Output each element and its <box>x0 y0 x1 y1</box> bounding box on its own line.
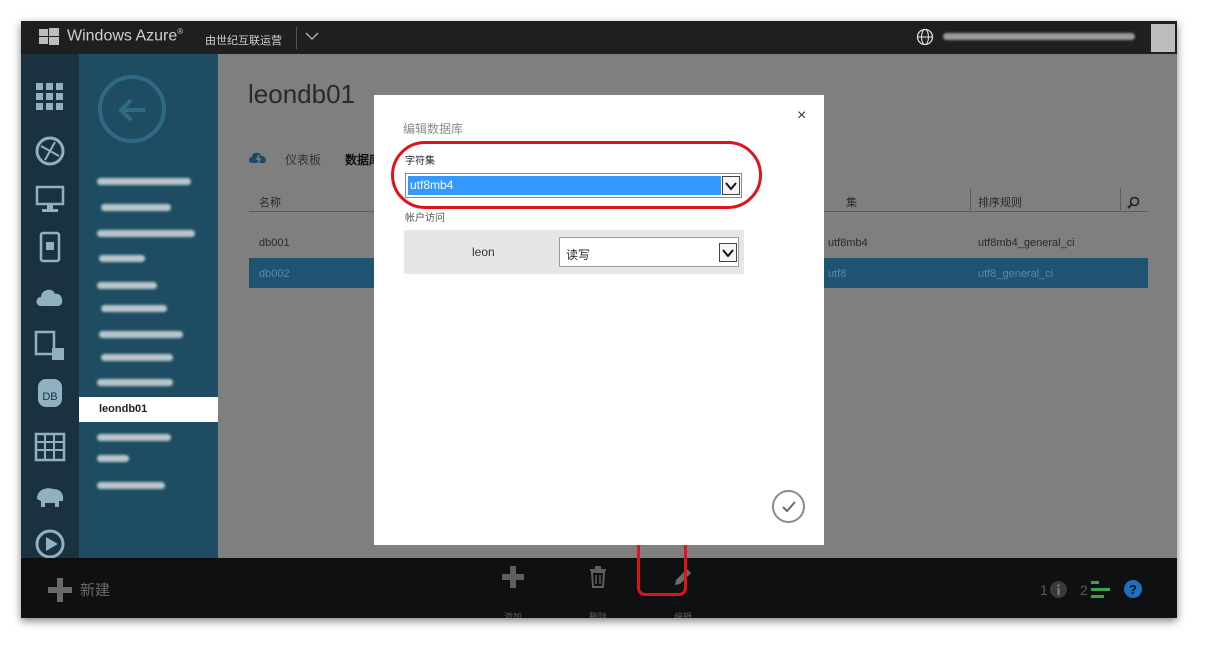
service-rail: DB <box>21 54 79 561</box>
avatar[interactable] <box>1151 24 1175 52</box>
access-user: leon <box>472 245 495 259</box>
nav-item[interactable] <box>97 482 165 489</box>
table-cell-name[interactable]: db001 <box>259 237 290 249</box>
add-icon <box>502 566 524 588</box>
svg-text:DB: DB <box>42 391 57 403</box>
account-name[interactable] <box>943 33 1135 40</box>
nav-item[interactable] <box>97 230 195 237</box>
tab-dashboard[interactable]: 仪表板 <box>285 151 321 168</box>
column-header-name[interactable]: 名称 <box>259 194 281 210</box>
chevron-down-icon <box>722 249 734 258</box>
page-title: leondb01 <box>248 79 355 109</box>
new-button[interactable]: 新建 <box>80 579 110 600</box>
divider <box>296 27 297 49</box>
charset-highlight-annotation <box>391 141 762 209</box>
table-cell-charset: utf8 <box>828 268 847 280</box>
mysql-database-icon[interactable]: DB <box>33 376 67 410</box>
nav-item[interactable] <box>101 305 167 312</box>
close-icon[interactable]: × <box>797 107 806 125</box>
confirm-button[interactable] <box>772 490 805 523</box>
column-header-collation[interactable]: 排序规则 <box>978 194 1022 210</box>
chevron-down-icon[interactable] <box>302 26 322 46</box>
status-count-progress: 2 <box>1080 582 1088 598</box>
add-label: 添加 <box>503 612 522 618</box>
dropdown-button[interactable] <box>719 243 737 262</box>
back-arrow-icon <box>118 98 145 122</box>
nav-item[interactable] <box>99 255 145 262</box>
column-header-charset[interactable]: 集 <box>846 194 857 210</box>
checkmark-icon <box>782 501 796 513</box>
progress-bars-icon[interactable] <box>1091 581 1110 598</box>
table-cell-collation: utf8mb4_general_ci <box>978 237 1075 249</box>
status-count-info: 1 <box>1040 582 1048 598</box>
delete-label: 删除 <box>588 612 607 618</box>
nav-item[interactable] <box>101 354 173 361</box>
add-button[interactable]: 添加 <box>498 566 528 618</box>
nav-item-active[interactable]: leondb01 <box>79 397 218 422</box>
command-bar: 新建 添加 删除 编辑 1 2 ? <box>21 558 1177 618</box>
table-cell-name[interactable]: db002 <box>259 268 290 280</box>
cloud-services-icon[interactable] <box>33 280 67 314</box>
nav-item[interactable] <box>97 455 129 462</box>
brand-title[interactable]: Windows Azure® <box>67 27 183 45</box>
hdinsight-icon[interactable] <box>33 479 67 513</box>
delete-button[interactable]: 删除 <box>583 566 613 618</box>
trash-icon <box>590 566 606 588</box>
globe-icon[interactable] <box>916 28 934 46</box>
dialog-title: 编辑数据库 <box>403 122 464 136</box>
nav-item[interactable] <box>97 379 173 386</box>
all-items-icon[interactable] <box>33 80 67 114</box>
plus-icon[interactable] <box>48 578 72 602</box>
nav-item-label: leondb01 <box>99 403 148 415</box>
nav-item[interactable] <box>97 434 171 441</box>
info-icon[interactable] <box>1050 581 1067 598</box>
search-icon[interactable] <box>1127 196 1140 209</box>
virtual-machines-icon[interactable] <box>33 182 67 216</box>
edit-highlight-annotation <box>637 539 687 596</box>
edit-label: 编辑 <box>673 612 692 618</box>
svg-text:?: ? <box>1129 582 1137 597</box>
column-divider <box>1120 188 1121 210</box>
resource-nav: leondb01 <box>79 54 218 558</box>
nav-item[interactable] <box>99 331 183 338</box>
cloud-lightning-icon <box>249 152 266 164</box>
nav-item[interactable] <box>97 282 157 289</box>
web-sites-icon[interactable] <box>33 134 67 168</box>
access-row: leon 读写 <box>404 230 744 274</box>
batch-icon[interactable] <box>33 329 67 363</box>
access-label: 帐户访问 <box>405 213 445 224</box>
column-divider <box>970 188 971 210</box>
help-icon[interactable]: ? <box>1124 580 1142 598</box>
top-bar: Windows Azure® 由世纪互联运营 <box>21 21 1177 54</box>
nav-item[interactable] <box>101 204 171 211</box>
operator-label: 由世纪互联运营 <box>205 35 282 47</box>
windows-logo-icon <box>39 28 59 45</box>
storage-icon[interactable] <box>33 430 67 464</box>
mobile-services-icon[interactable] <box>33 230 67 264</box>
nav-item[interactable] <box>97 178 191 185</box>
table-cell-charset: utf8mb4 <box>828 237 868 249</box>
permission-select[interactable]: 读写 <box>559 237 739 267</box>
table-cell-collation: utf8_general_ci <box>978 268 1054 280</box>
permission-value: 读写 <box>566 248 591 262</box>
media-services-icon[interactable] <box>33 527 67 561</box>
